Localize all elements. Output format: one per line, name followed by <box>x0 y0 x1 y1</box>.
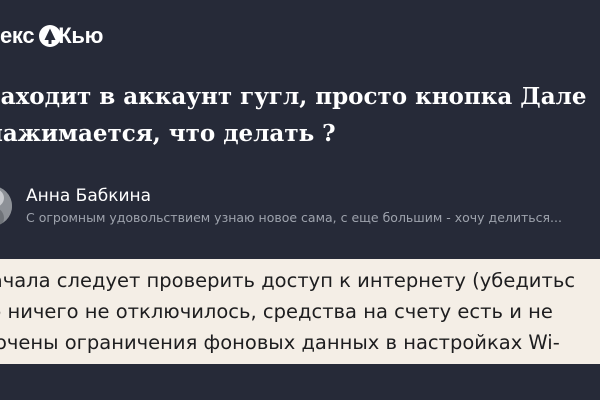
question-title-line-1: заходит в аккаунт гугл, просто кнопка Да… <box>0 83 587 110</box>
author-avatar[interactable] <box>0 186 12 226</box>
yandex-q-logo[interactable]: екс Кью <box>0 22 103 50</box>
author-block[interactable]: Анна Бабкина С огромным удовольствием уз… <box>0 186 600 228</box>
answer-line-1: начала следует проверить доступ к интерн… <box>0 269 576 292</box>
answer-line-3: лючены ограничения фоновых данных в наст… <box>0 331 560 354</box>
author-name[interactable]: Анна Бабкина <box>26 186 151 206</box>
logo-text-left: екс <box>0 23 35 48</box>
answer-line-2: то ничего не отключилось, средства на сч… <box>0 300 553 323</box>
answer-text: начала следует проверить доступ к интерн… <box>0 265 600 358</box>
question-title-line-2: нажимается, что делать ? <box>0 120 336 147</box>
logo-text-right: Кью <box>58 23 104 48</box>
answer-card[interactable]: начала следует проверить доступ к интерн… <box>0 259 600 364</box>
author-bio: С огромным удовольствием узнаю новое сам… <box>26 210 562 225</box>
question-title: заходит в аккаунт гугл, просто кнопка Да… <box>0 78 600 152</box>
avatar-photo-icon <box>0 186 12 226</box>
